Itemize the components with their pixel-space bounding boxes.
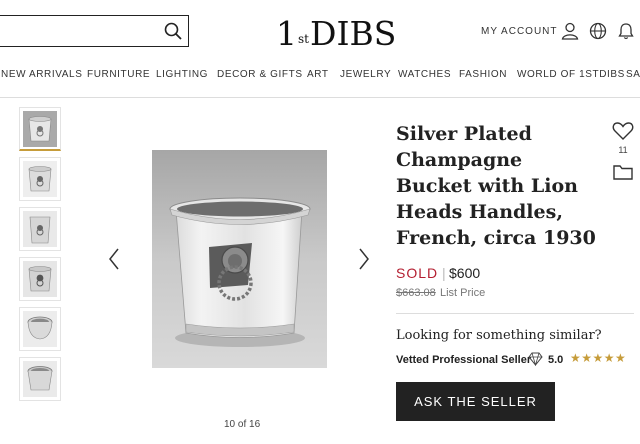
search-icon[interactable] — [164, 22, 182, 40]
list-price: $663.08 — [396, 287, 436, 299]
my-account-link[interactable]: MY ACCOUNT — [481, 26, 558, 37]
thumbnail[interactable] — [19, 207, 61, 251]
user-icon[interactable] — [561, 22, 579, 40]
favorites-count: 11 — [618, 145, 628, 155]
seller-rating: 5.0 — [548, 354, 564, 366]
nav-world-of-1stdibs[interactable]: WORLD OF 1STDIBS — [517, 69, 625, 80]
price: $600 — [449, 265, 481, 281]
thumbnail[interactable] — [19, 107, 61, 151]
search-box[interactable] — [0, 15, 189, 47]
globe-icon[interactable] — [589, 22, 607, 40]
folder-icon[interactable] — [612, 162, 634, 182]
site-logo[interactable]: 1 st DIBS — [276, 12, 396, 53]
nav-fashion[interactable]: FASHION — [459, 69, 507, 80]
nav-decor-gifts[interactable]: DECOR & GIFTS — [217, 69, 303, 80]
logo-name: DIBS — [309, 14, 397, 53]
main-nav: NEW ARRIVALS FURNITURE LIGHTING DECOR & … — [0, 69, 640, 83]
diamond-icon — [528, 352, 543, 366]
thumbnail[interactable] — [19, 357, 61, 401]
nav-lighting[interactable]: LIGHTING — [156, 69, 208, 80]
nav-sale[interactable]: SAL — [626, 69, 640, 80]
thumbnail[interactable] — [19, 257, 61, 301]
thumbnail[interactable] — [19, 307, 61, 351]
seller-badge-label: Vetted Professional Seller — [396, 354, 532, 366]
nav-art[interactable]: ART — [307, 69, 329, 80]
nav-jewelry[interactable]: JEWELRY — [340, 69, 391, 80]
image-counter: 10 of 16 — [224, 419, 261, 430]
product-main-image[interactable] — [152, 150, 327, 368]
logo-superscript: st — [298, 32, 309, 46]
ask-seller-button[interactable]: ASK THE SELLER — [396, 382, 555, 421]
sold-label: SOLD — [396, 265, 439, 281]
nav-watches[interactable]: WATCHES — [398, 69, 451, 80]
search-input[interactable] — [3, 20, 153, 42]
list-price-label: List Price — [440, 287, 486, 299]
bell-icon[interactable] — [617, 22, 635, 40]
logo-sup-text: st — [298, 32, 309, 46]
next-image-arrow[interactable] — [358, 247, 370, 271]
nav-new-arrivals[interactable]: NEW ARRIVALS — [1, 69, 82, 80]
rating-stars: ★★★★★ — [570, 351, 627, 365]
previous-image-arrow[interactable] — [108, 247, 120, 271]
logo-digit: 1 — [276, 14, 297, 53]
nav-divider — [0, 97, 640, 98]
thumbnail[interactable] — [19, 157, 61, 201]
heart-icon[interactable] — [612, 121, 634, 141]
similar-items-prompt: Looking for something similar? — [396, 328, 602, 343]
nav-furniture[interactable]: FURNITURE — [87, 69, 150, 80]
price-separator: | — [442, 265, 446, 281]
divider — [396, 313, 634, 314]
product-title: Silver Plated Champagne Bucket with Lion… — [396, 123, 596, 249]
